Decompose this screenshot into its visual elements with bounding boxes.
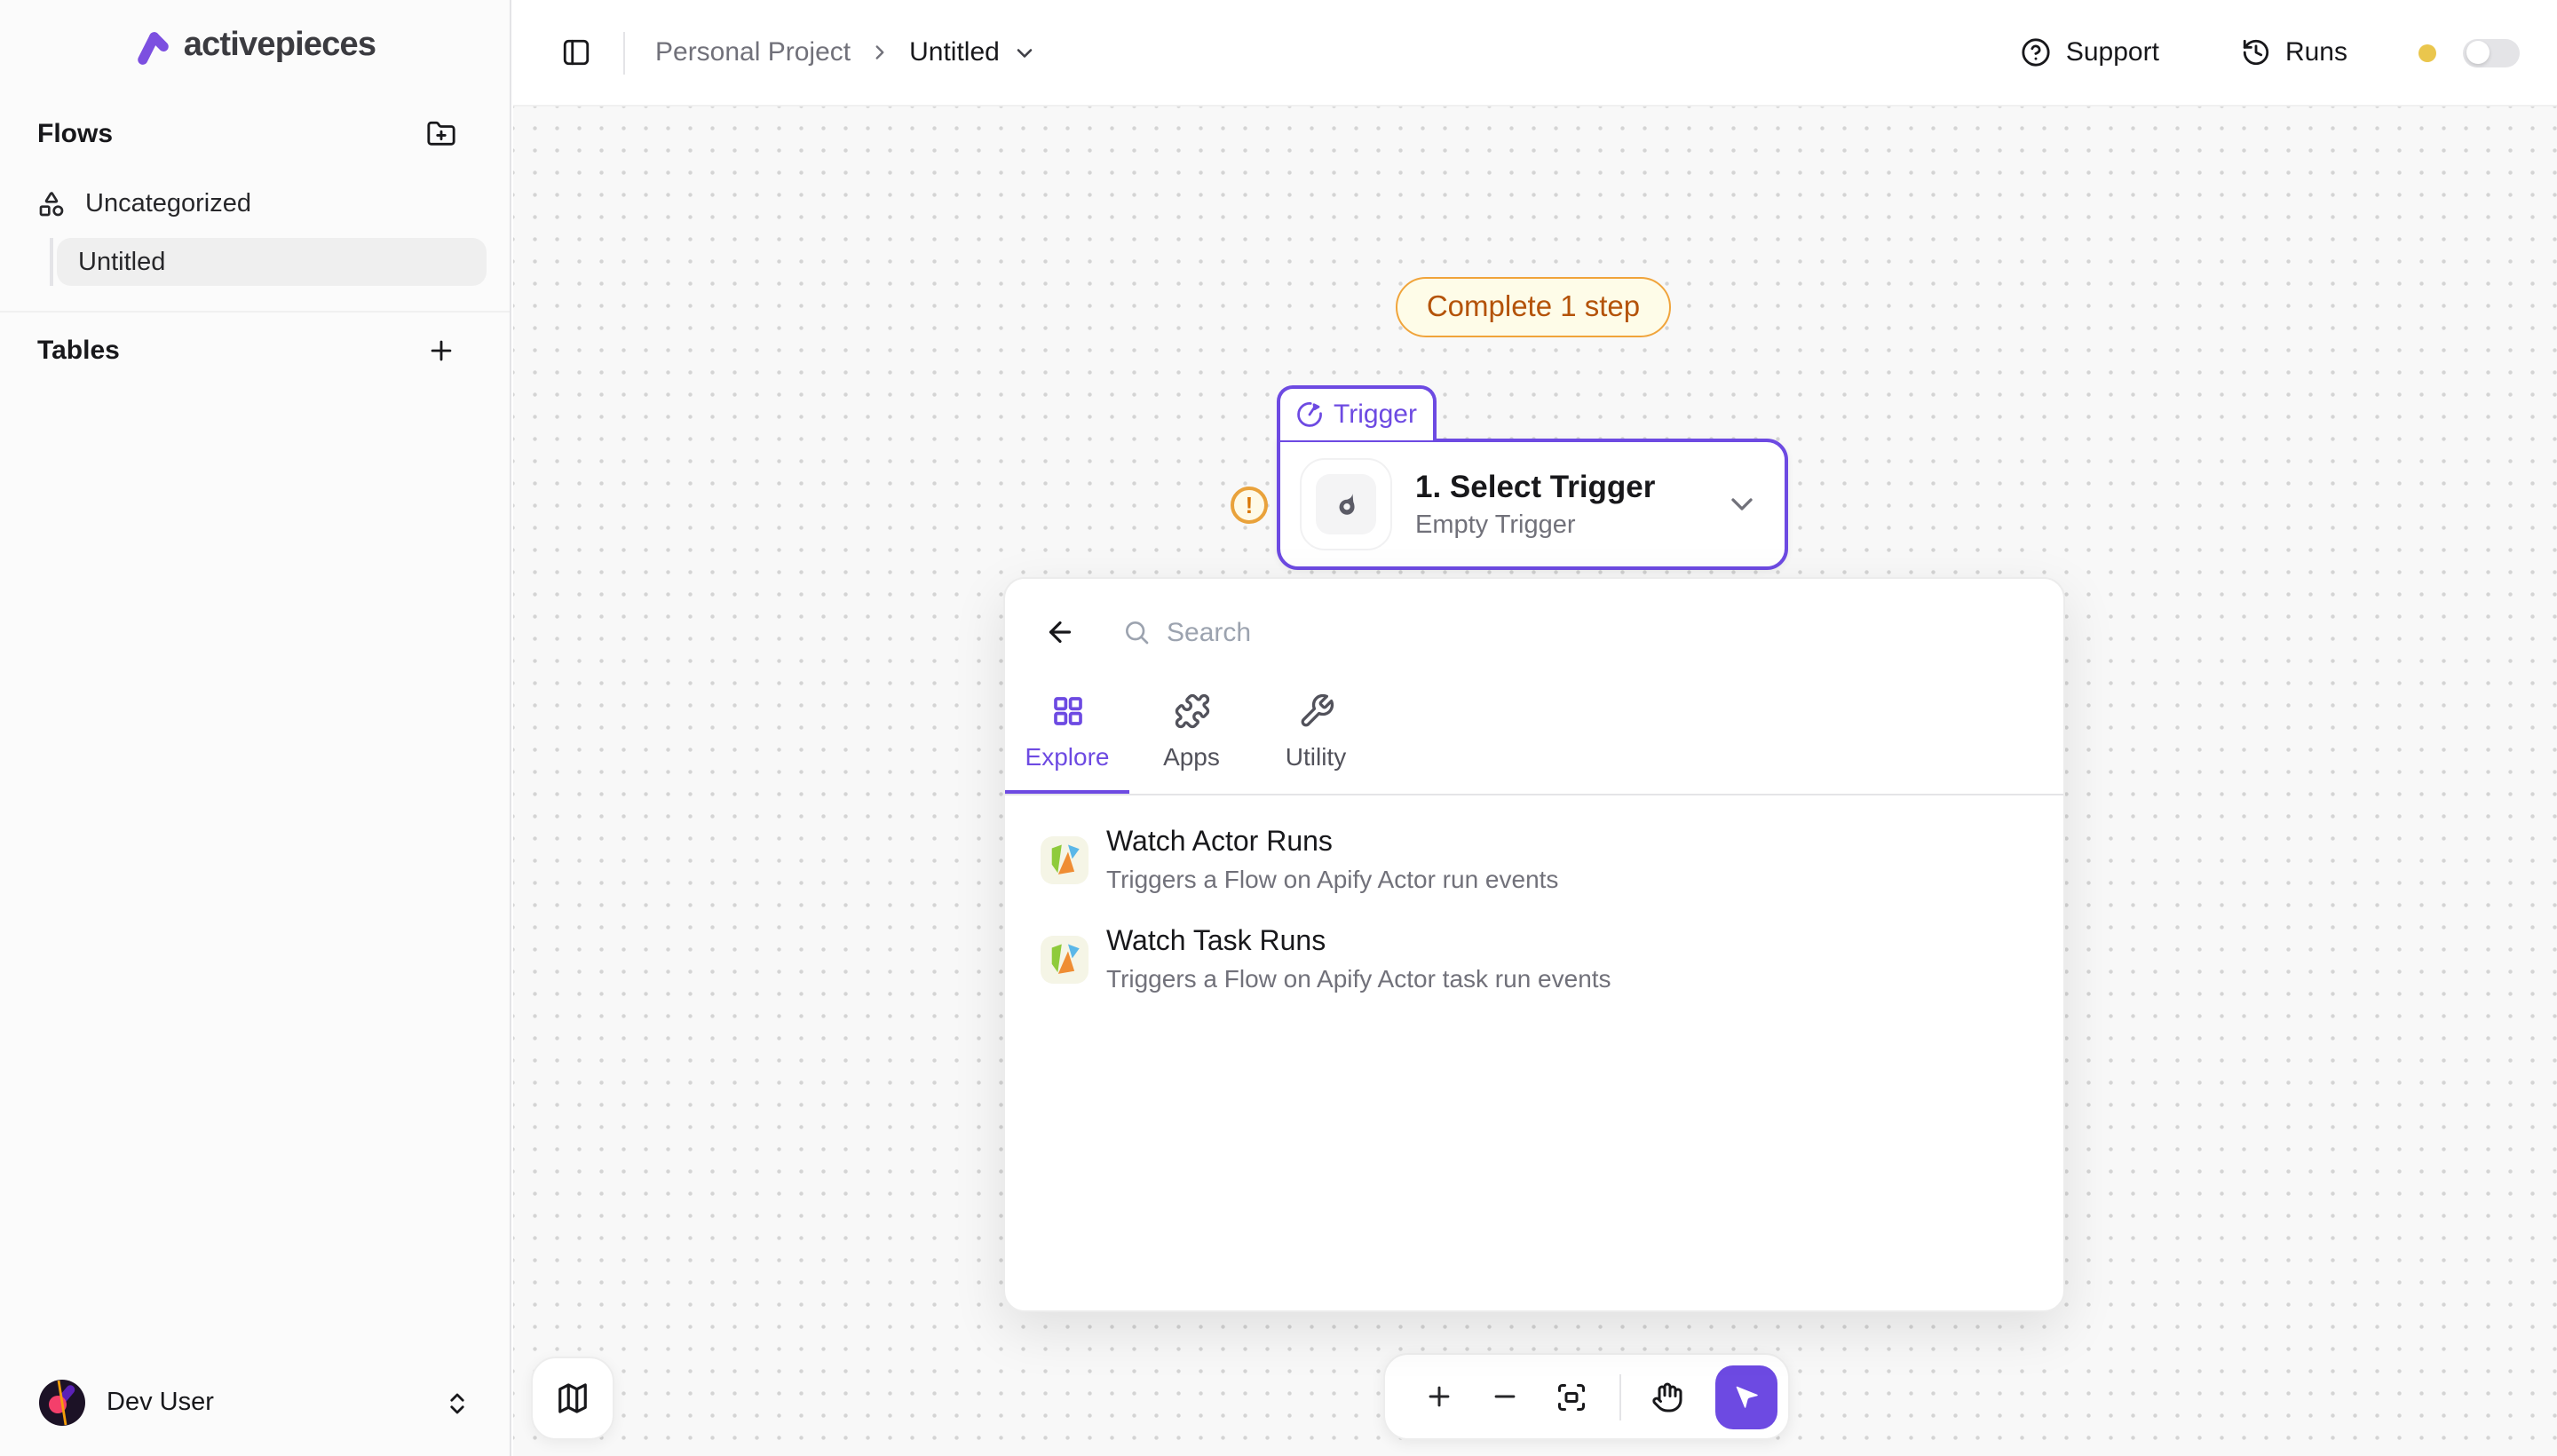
flow-canvas[interactable]: Complete 1 step Trigger 1. Select Trigge bbox=[513, 107, 2557, 1456]
chevrons-up-down-icon bbox=[444, 1389, 471, 1416]
trigger-node[interactable]: 1. Select Trigger Empty Trigger bbox=[1277, 439, 1788, 570]
trigger-picker-panel: Explore Apps Utility bbox=[1003, 577, 2065, 1312]
map-icon bbox=[556, 1381, 590, 1415]
zoom-out-button[interactable] bbox=[1472, 1363, 1538, 1430]
grid-icon bbox=[1049, 692, 1086, 730]
indent-guide bbox=[50, 238, 53, 286]
shapes-icon bbox=[37, 190, 66, 218]
toolbar-divider bbox=[1619, 1373, 1620, 1420]
step-subtitle: Empty Trigger bbox=[1415, 511, 1701, 540]
flame-icon bbox=[1331, 489, 1361, 519]
user-menu[interactable]: Dev User bbox=[0, 1349, 510, 1456]
status-dot bbox=[2418, 44, 2436, 61]
sidebar-divider bbox=[0, 311, 510, 313]
apify-logo bbox=[1041, 936, 1089, 984]
picker-tabs: Explore Apps Utility bbox=[1005, 675, 2063, 794]
sidebar-item-uncategorized[interactable]: Uncategorized bbox=[0, 178, 510, 231]
warning-icon: ! bbox=[1231, 487, 1268, 524]
trigger-gauge-icon bbox=[1296, 401, 1323, 428]
list-item-watch-actor-runs[interactable]: Watch Actor Runs Triggers a Flow on Apif… bbox=[1026, 819, 2035, 902]
complete-steps-badge: Complete 1 step bbox=[1396, 277, 1671, 337]
cursor-icon bbox=[1731, 1381, 1761, 1412]
activepieces-flow-builder: activepieces Flows Uncategorized bbox=[0, 0, 2557, 1456]
step-icon-frame bbox=[1300, 458, 1392, 550]
item-title: Watch Task Runs bbox=[1106, 927, 1611, 959]
brand-logo[interactable]: activepieces bbox=[0, 0, 510, 92]
select-cursor-button[interactable] bbox=[1715, 1365, 1777, 1428]
chevron-right-icon bbox=[868, 41, 891, 64]
item-description: Triggers a Flow on Apify Actor run event… bbox=[1106, 865, 1558, 893]
topbar-divider bbox=[623, 31, 625, 74]
panel-left-toggle[interactable] bbox=[561, 37, 591, 67]
activepieces-logo-icon bbox=[134, 28, 171, 65]
canvas-toolbar bbox=[1383, 1353, 1790, 1440]
avatar bbox=[39, 1380, 85, 1426]
chevron-down-icon[interactable] bbox=[1724, 487, 1760, 522]
flows-label: Flows bbox=[37, 118, 113, 148]
wrench-icon bbox=[1297, 692, 1334, 730]
breadcrumb-flow-name[interactable]: Untitled bbox=[909, 37, 1000, 67]
tables-section-header: Tables bbox=[0, 323, 510, 376]
step-title: 1. Select Trigger bbox=[1415, 469, 1701, 506]
pan-hand-button[interactable] bbox=[1635, 1363, 1700, 1430]
publish-toggle[interactable] bbox=[2463, 38, 2520, 67]
uncategorized-label: Uncategorized bbox=[85, 190, 251, 218]
add-table-button[interactable] bbox=[426, 335, 456, 365]
item-description: Triggers a Flow on Apify Actor task run … bbox=[1106, 964, 1611, 993]
tab-utility[interactable]: Utility bbox=[1254, 675, 1378, 794]
puzzle-icon bbox=[1173, 692, 1210, 730]
flow-item-label: Untitled bbox=[78, 248, 165, 276]
add-folder-button[interactable] bbox=[426, 118, 456, 148]
chevron-down-icon[interactable] bbox=[1012, 40, 1037, 65]
tables-label: Tables bbox=[37, 335, 120, 365]
item-title: Watch Actor Runs bbox=[1106, 827, 1558, 859]
zoom-in-button[interactable] bbox=[1406, 1363, 1472, 1430]
pan-hand-icon bbox=[1651, 1381, 1683, 1412]
main-area: Personal Project Untitled Support bbox=[513, 0, 2557, 1456]
trigger-tab[interactable]: Trigger bbox=[1277, 385, 1437, 440]
user-name: Dev User bbox=[107, 1389, 423, 1417]
history-icon bbox=[2241, 37, 2271, 67]
sidebar: activepieces Flows Uncategorized bbox=[0, 0, 511, 1456]
search-input[interactable] bbox=[1167, 617, 2028, 647]
support-button[interactable]: Support bbox=[2022, 37, 2159, 67]
back-button[interactable] bbox=[1044, 616, 1076, 648]
sidebar-item-flow-untitled[interactable]: Untitled bbox=[57, 238, 487, 286]
list-item-watch-task-runs[interactable]: Watch Task Runs Triggers a Flow on Apify… bbox=[1026, 918, 2035, 1001]
breadcrumb-project[interactable]: Personal Project bbox=[655, 37, 851, 67]
fit-view-button[interactable] bbox=[1539, 1363, 1604, 1430]
tab-explore[interactable]: Explore bbox=[1005, 675, 1129, 794]
runs-button[interactable]: Runs bbox=[2241, 37, 2347, 67]
toggle-knob bbox=[2466, 41, 2489, 64]
apify-logo bbox=[1041, 836, 1089, 884]
top-bar: Personal Project Untitled Support bbox=[513, 0, 2557, 107]
trigger-list: Watch Actor Runs Triggers a Flow on Apif… bbox=[1005, 795, 2063, 1001]
search-icon bbox=[1122, 618, 1151, 646]
minimap-button[interactable] bbox=[531, 1357, 614, 1440]
brand-name: activepieces bbox=[184, 27, 376, 66]
flows-section-header: Flows bbox=[0, 107, 510, 160]
help-circle-icon bbox=[2022, 37, 2052, 67]
tab-apps[interactable]: Apps bbox=[1129, 675, 1254, 794]
